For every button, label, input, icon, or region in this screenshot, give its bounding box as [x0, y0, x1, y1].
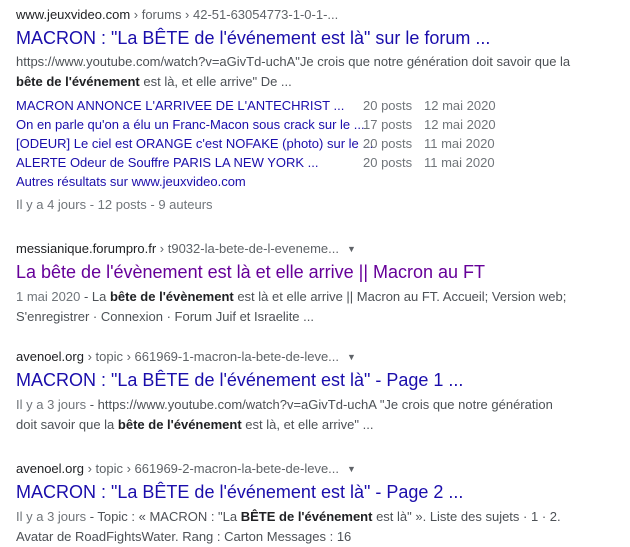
- snippet-highlight: bête de l'événement: [16, 74, 140, 89]
- sub-result-link[interactable]: MACRON ANNONCE L'ARRIVEE DE L'ANTECHRIST…: [16, 96, 344, 115]
- snippet-text: Topic : « MACRON : "La: [97, 509, 241, 524]
- sub-result-date: 11 mai 2020: [424, 155, 495, 170]
- more-results-link[interactable]: Autres résultats sur www.jeuxvideo.com: [16, 172, 616, 191]
- result-path: › topic › 661969-1-macron-la-bete-de-lev…: [83, 349, 340, 364]
- snippet-text: est là, et elle arrive" ...: [241, 417, 374, 432]
- sub-result-row: MACRON ANNONCE L'ARRIVEE DE L'ANTECHRIST…: [16, 96, 616, 115]
- snippet-highlight: bête de l'évènement: [109, 289, 234, 304]
- result-path: › t9032-la-bete-de-l-eveneme...: [156, 241, 339, 256]
- sub-result-link[interactable]: On en parle qu'on a élu un Franc-Macon s…: [16, 115, 365, 134]
- result-snippet: https://www.youtube.com/watch?v=aGivTd-u…: [16, 52, 616, 92]
- sub-result-row: On en parle qu'on a élu un Franc-Macon s…: [16, 115, 616, 134]
- snippet-separator: -: [86, 397, 98, 412]
- search-result: avenoel.org › topic › 661969-2-macron-la…: [16, 460, 616, 547]
- sub-result-posts: 17 posts: [363, 117, 413, 132]
- result-url[interactable]: messianique.forumpro.fr › t9032-la-bete-…: [16, 240, 616, 258]
- snippet-highlight: bête de l'événement: [117, 417, 242, 432]
- sub-result-posts: 20 posts: [363, 98, 413, 113]
- sub-results-table: MACRON ANNONCE L'ARRIVEE DE L'ANTECHRIST…: [16, 96, 616, 172]
- result-snippet: Il y a 3 jours - Topic : « MACRON : "La …: [16, 507, 616, 547]
- sub-result-link[interactable]: ALERTE Odeur de Souffre PARIS LA NEW YOR…: [16, 153, 319, 172]
- snippet-line: https://www.youtube.com/watch?v=aGivTd-u…: [16, 54, 571, 69]
- snippet-line: 1 mai 2020 - La bête de l'évènement est …: [16, 287, 616, 307]
- sub-result-date: 12 mai 2020: [424, 117, 496, 132]
- search-result: messianique.forumpro.fr › t9032-la-bete-…: [16, 240, 616, 327]
- result-date: Il y a 3 jours: [16, 397, 87, 412]
- snippet-text: doit savoir que la: [16, 417, 118, 432]
- result-domain: avenoel.org: [16, 461, 84, 476]
- result-date: Il y a 3 jours: [16, 509, 87, 524]
- snippet-text: est là" ». Liste des sujets · 1 · 2.: [372, 509, 561, 524]
- caret-down-icon[interactable]: ▼: [347, 352, 356, 362]
- snippet-text: est là, et elle arrive" De ...: [139, 74, 292, 89]
- result-path: › topic › 661969-2-macron-la-bete-de-lev…: [83, 461, 340, 476]
- result-domain: www.jeuxvideo.com: [16, 7, 131, 22]
- result-meta: Il y a 4 jours - 12 posts - 9 auteurs: [16, 197, 213, 212]
- snippet-text: La: [91, 289, 110, 304]
- result-url[interactable]: avenoel.org › topic › 661969-1-macron-la…: [16, 348, 616, 366]
- sub-result-date: 12 mai 2020: [424, 98, 496, 113]
- result-url[interactable]: www.jeuxvideo.com › forums › 42-51-63054…: [16, 6, 616, 24]
- sub-result-posts: 20 posts: [363, 136, 413, 151]
- snippet-line: bête de l'événement est là, et elle arri…: [16, 72, 616, 92]
- result-title[interactable]: MACRON : "La BÊTE de l'événement est là"…: [16, 480, 616, 504]
- snippet-separator: -: [86, 509, 98, 524]
- sub-result-posts: 20 posts: [363, 155, 413, 170]
- search-result: www.jeuxvideo.com › forums › 42-51-63054…: [16, 6, 616, 214]
- snippet-highlight: BÊTE de l'événement: [240, 509, 373, 524]
- snippet-text: est là et elle arrive || Macron au FT. A…: [233, 289, 567, 304]
- result-snippet: Il y a 3 jours - https://www.youtube.com…: [16, 395, 616, 435]
- result-path: › forums › 42-51-63054773-1-0-1-...: [130, 7, 339, 22]
- sub-result-row: [ODEUR] Le ciel est ORANGE c'est NOFAKE …: [16, 134, 616, 153]
- snippet-line: Il y a 3 jours - https://www.youtube.com…: [16, 395, 616, 415]
- result-title[interactable]: La bête de l'évènement est là et elle ar…: [16, 260, 616, 284]
- result-domain: avenoel.org: [16, 349, 84, 364]
- search-result: avenoel.org › topic › 661969-1-macron-la…: [16, 348, 616, 435]
- snippet-separator: -: [80, 289, 92, 304]
- caret-down-icon[interactable]: ▼: [347, 464, 356, 474]
- result-title[interactable]: MACRON : "La BÊTE de l'événement est là"…: [16, 368, 616, 392]
- sub-result-link[interactable]: [ODEUR] Le ciel est ORANGE c'est NOFAKE …: [16, 134, 373, 153]
- result-title[interactable]: MACRON : "La BÊTE de l'événement est là"…: [16, 26, 616, 50]
- snippet-text: https://www.youtube.com/watch?v=aGivTd-u…: [97, 397, 553, 412]
- snippet-line: Il y a 3 jours - Topic : « MACRON : "La …: [16, 507, 616, 527]
- snippet-line: Avatar de RoadFightsWater. Rang : Carton…: [16, 529, 352, 544]
- result-domain: messianique.forumpro.fr: [16, 241, 157, 256]
- caret-down-icon[interactable]: ▼: [347, 244, 356, 254]
- sub-result-row: ALERTE Odeur de Souffre PARIS LA NEW YOR…: [16, 153, 616, 172]
- snippet-line: S'enregistrer · Connexion · Forum Juif e…: [16, 309, 314, 324]
- sub-result-date: 11 mai 2020: [424, 136, 495, 151]
- result-snippet: 1 mai 2020 - La bête de l'évènement est …: [16, 287, 616, 327]
- result-date: 1 mai 2020: [16, 289, 81, 304]
- result-url[interactable]: avenoel.org › topic › 661969-2-macron-la…: [16, 460, 616, 478]
- snippet-line: doit savoir que la bête de l'événement e…: [16, 415, 616, 435]
